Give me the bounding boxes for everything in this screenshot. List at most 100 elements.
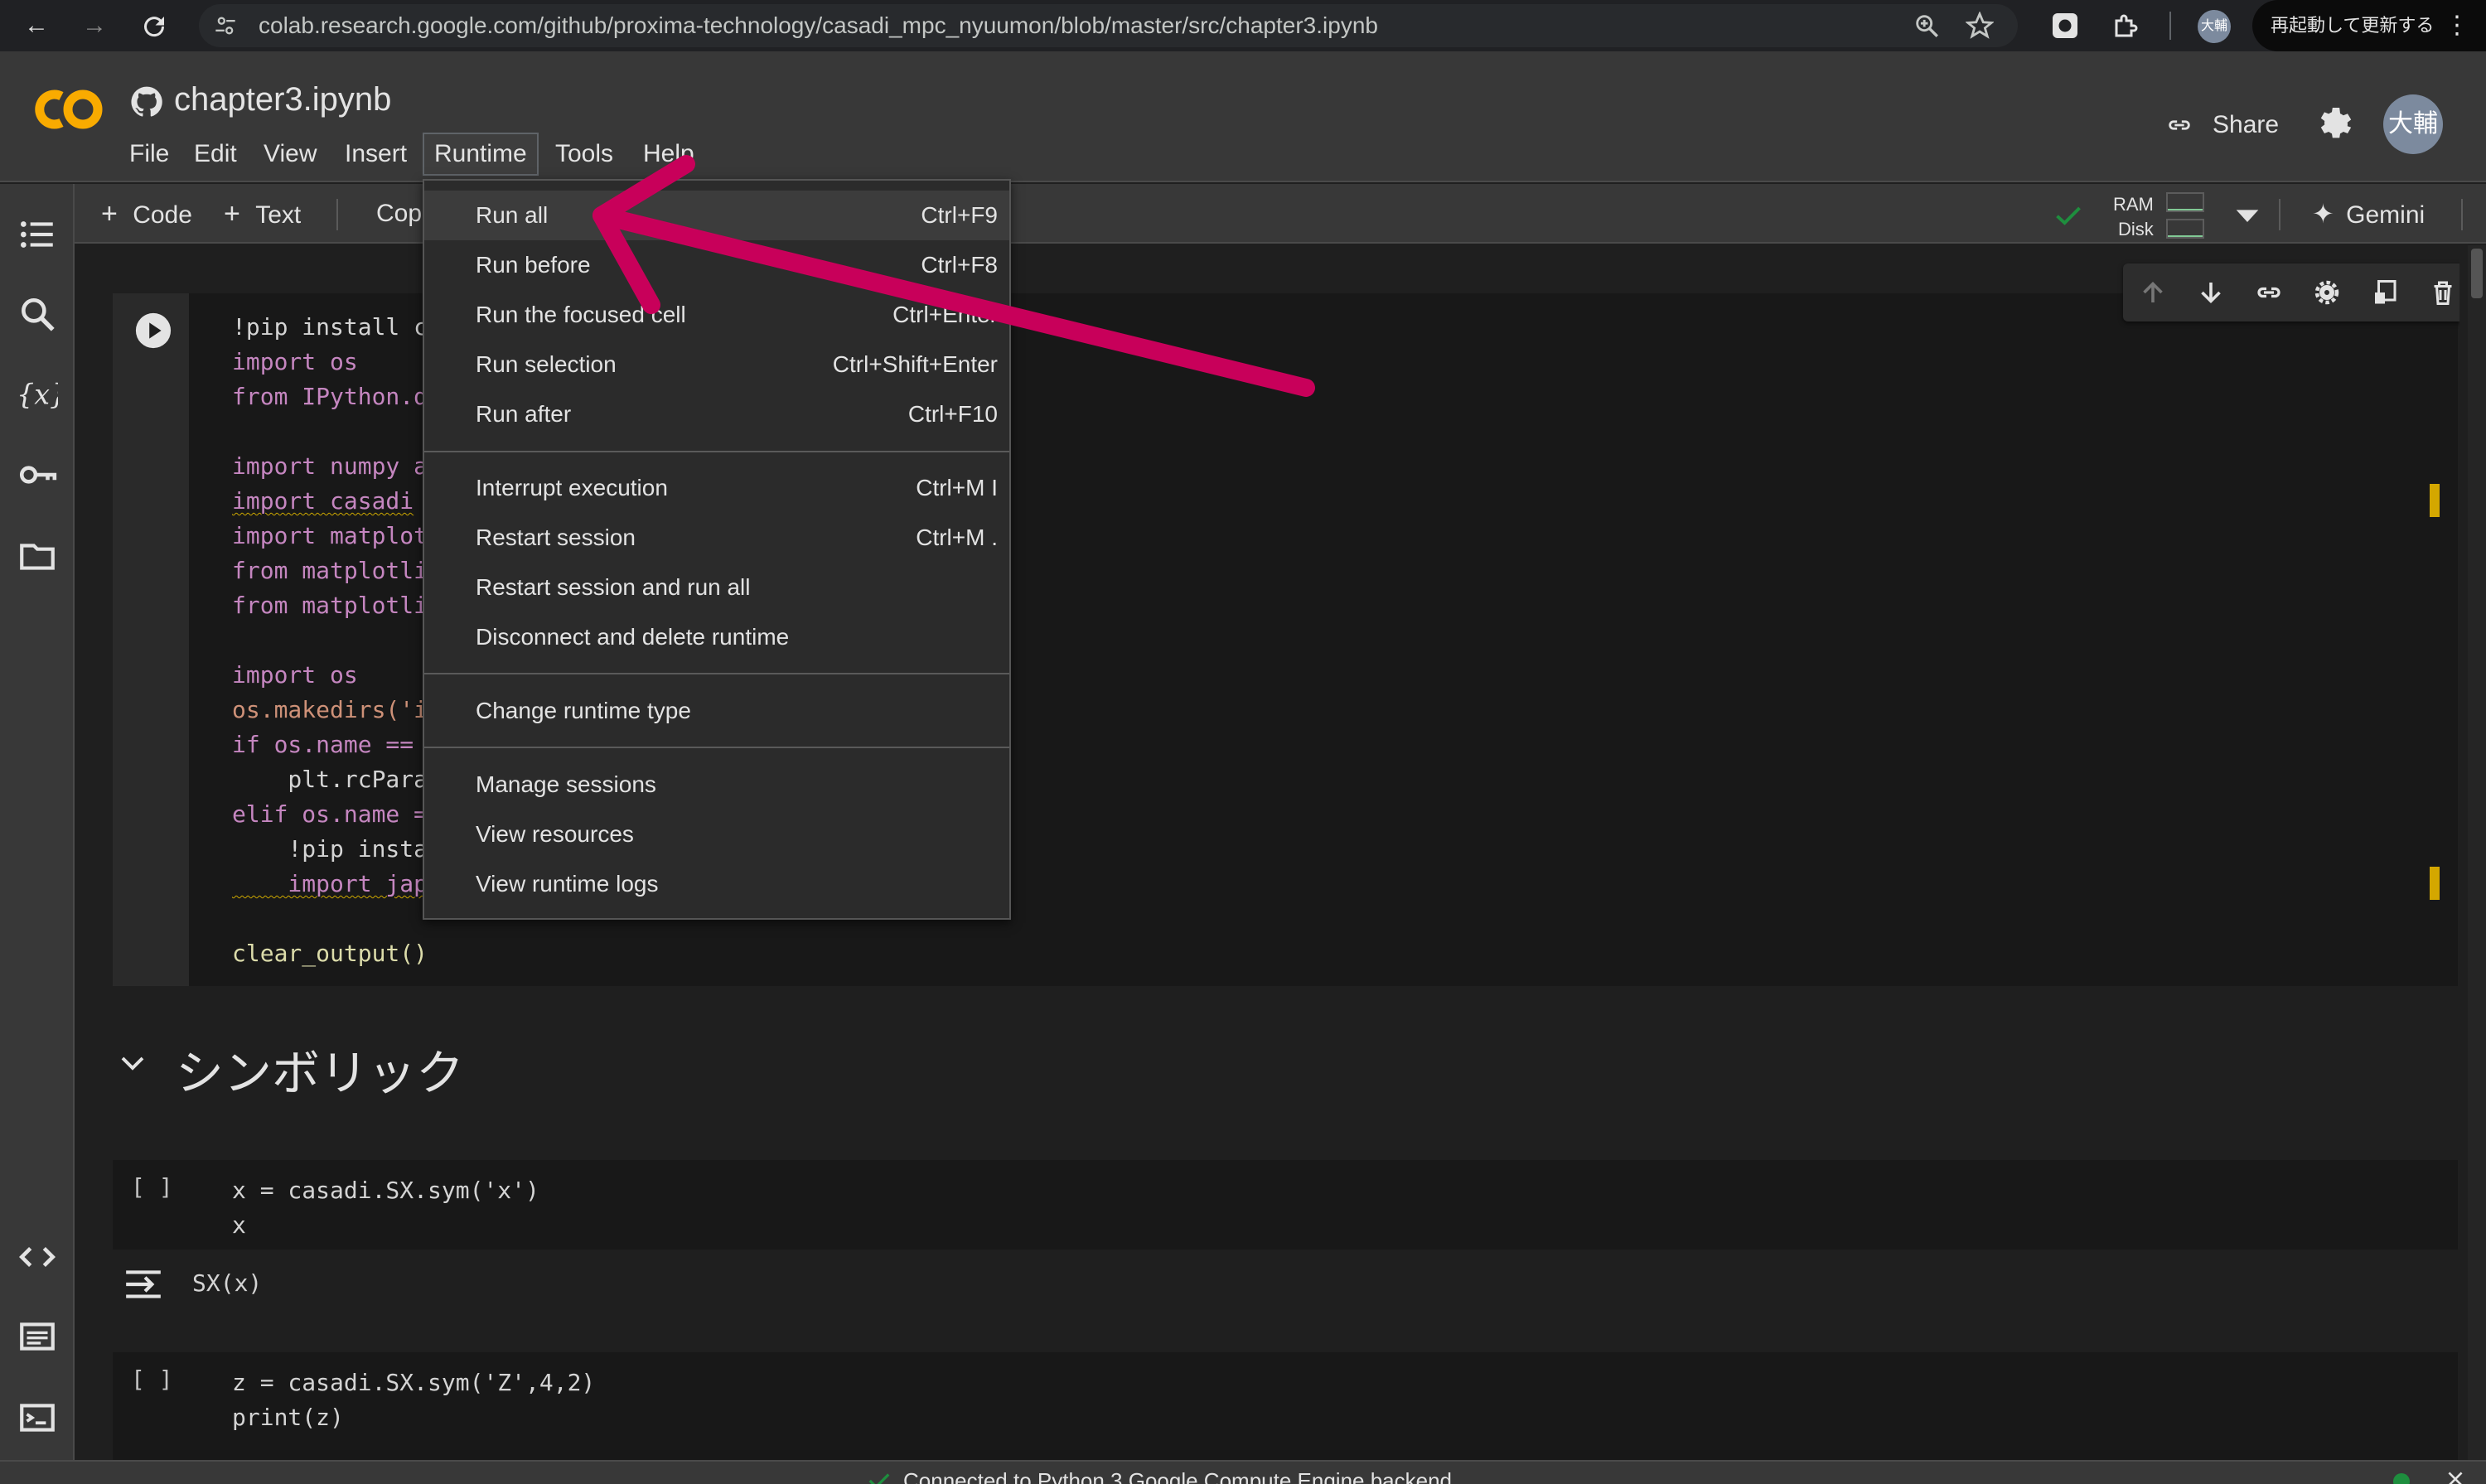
scroll-thumb[interactable] <box>2471 249 2483 298</box>
colab-logo-icon[interactable] <box>25 85 108 134</box>
menu-item-label: View runtime logs <box>476 871 659 897</box>
extension-shield-icon[interactable] <box>2050 11 2080 41</box>
reload-icon[interactable] <box>139 12 169 41</box>
disk-usage-meter[interactable] <box>2166 219 2204 239</box>
menu-item-run-all[interactable]: Run all Ctrl+F9 <box>424 191 1009 240</box>
cell-settings-gear-icon[interactable] <box>2312 278 2342 307</box>
cell-toolbar <box>2123 263 2459 321</box>
menu-item-view-runtime-logs[interactable]: View runtime logs <box>424 859 1009 909</box>
plus-icon: + <box>224 198 240 230</box>
cell-output: SX(x) <box>111 1250 2459 1324</box>
menu-insert[interactable]: Insert <box>345 133 407 176</box>
relaunch-update-button[interactable]: 再起動して更新する ⋮ <box>2252 0 2486 51</box>
cell-gutter <box>113 293 189 986</box>
menu-item-restart-and-run-all[interactable]: Restart session and run all <box>424 563 1009 612</box>
zoom-icon[interactable] <box>1913 12 1941 40</box>
menu-item-restart-session[interactable]: Restart session Ctrl+M . <box>424 513 1009 563</box>
url-text[interactable]: colab.research.google.com/github/proxima… <box>259 4 1378 47</box>
notebook-title[interactable]: chapter3.ipynb <box>174 81 391 118</box>
command-palette-icon[interactable] <box>17 1316 58 1357</box>
ram-usage-meter[interactable] <box>2166 192 2204 212</box>
connection-status-dot <box>2393 1473 2410 1484</box>
menu-item-label: Run the focused cell <box>476 302 686 327</box>
add-code-button[interactable]: + Code <box>101 184 192 244</box>
add-text-button[interactable]: + Text <box>224 184 301 244</box>
code-line: import casadi <box>232 487 414 515</box>
bookmark-star-icon[interactable] <box>1966 12 1994 40</box>
menu-separator <box>424 747 1009 748</box>
move-up-arrow-icon[interactable] <box>2138 278 2168 307</box>
relaunch-label: 再起動して更新する <box>2271 15 2435 36</box>
ram-label[interactable]: RAM <box>2113 194 2154 215</box>
delete-trash-icon[interactable] <box>2428 278 2458 307</box>
menu-view[interactable]: View <box>264 133 317 176</box>
menu-item-shortcut: Ctrl+Shift+Enter <box>832 351 998 377</box>
menu-item-view-resources[interactable]: View resources <box>424 810 1009 859</box>
menu-item-label: Run after <box>476 401 572 427</box>
table-of-contents-icon[interactable] <box>17 214 58 255</box>
move-down-arrow-icon[interactable] <box>2196 278 2226 307</box>
more-vert-icon[interactable]: ⋮ <box>2445 0 2469 51</box>
back-arrow-icon[interactable]: ← <box>22 12 51 41</box>
notebook-scrollbar[interactable] <box>2468 245 2486 1460</box>
output-actions-icon[interactable] <box>123 1266 164 1303</box>
code-cell[interactable]: [ ] z = casadi.SX.sym('Z',4,2) print(z) <box>113 1352 2458 1460</box>
settings-gear-icon[interactable] <box>2314 104 2353 144</box>
section-heading: シンボリック <box>176 1047 465 1100</box>
output-text: SX(x) <box>192 1269 263 1297</box>
code-line: x = casadi.SX.sym('x') <box>232 1177 539 1204</box>
run-cell-bracket[interactable]: [ ] <box>131 1366 173 1393</box>
extensions-puzzle-icon[interactable] <box>2111 11 2141 41</box>
code-line: import os <box>232 348 358 375</box>
menu-item-shortcut: Ctrl+F9 <box>921 202 998 228</box>
menu-item-disconnect-delete-runtime[interactable]: Disconnect and delete runtime <box>424 612 1009 662</box>
collapse-section-chevron-icon[interactable] <box>118 1051 148 1076</box>
menu-item-label: Change runtime type <box>476 698 691 723</box>
browser-toolbar: ← → colab.research.google.com/github/pro… <box>0 0 2486 51</box>
code-snippets-icon[interactable] <box>17 1236 58 1278</box>
code-cell[interactable]: [ ] x = casadi.SX.sym('x') x <box>113 1160 2458 1250</box>
disk-label[interactable]: Disk <box>2118 219 2154 240</box>
code-line: z = casadi.SX.sym('Z',4,2) <box>232 1369 596 1396</box>
code-line: x <box>232 1211 246 1239</box>
menu-item-shortcut: Ctrl+Enter <box>892 302 998 327</box>
site-settings-icon[interactable] <box>214 14 237 37</box>
menu-item-interrupt-execution[interactable]: Interrupt execution Ctrl+M I <box>424 463 1009 513</box>
menu-item-manage-sessions[interactable]: Manage sessions <box>424 760 1009 810</box>
menu-item-change-runtime-type[interactable]: Change runtime type <box>424 686 1009 736</box>
menu-item-label: Run all <box>476 202 549 228</box>
menu-item-run-focused-cell[interactable]: Run the focused cell Ctrl+Enter <box>424 290 1009 340</box>
cell-code[interactable]: z = casadi.SX.sym('Z',4,2) print(z) <box>232 1366 595 1435</box>
user-avatar[interactable]: 大輔 <box>2383 94 2443 154</box>
run-cell-bracket[interactable]: [ ] <box>131 1173 173 1201</box>
svg-text:{x}: {x} <box>17 379 58 411</box>
menu-file[interactable]: File <box>129 133 169 176</box>
menu-help[interactable]: Help <box>643 133 694 176</box>
profile-avatar[interactable]: 大輔 <box>2198 10 2231 43</box>
menu-item-run-before[interactable]: Run before Ctrl+F8 <box>424 240 1009 290</box>
menu-item-label: Restart session <box>476 524 636 550</box>
resources-dropdown-icon[interactable] <box>2234 205 2261 225</box>
copy-to-drive-button[interactable]: Cop <box>376 184 422 244</box>
menu-item-run-after[interactable]: Run after Ctrl+F10 <box>424 389 1009 439</box>
mirror-cell-icon[interactable] <box>2370 278 2400 307</box>
menu-runtime[interactable]: Runtime <box>423 133 539 176</box>
gemini-button[interactable]: ✦ Gemini <box>2312 184 2425 244</box>
secrets-key-icon[interactable] <box>17 454 58 495</box>
menu-edit[interactable]: Edit <box>194 133 237 176</box>
cell-link-icon[interactable] <box>2254 278 2284 307</box>
search-icon[interactable] <box>17 293 58 335</box>
cell-code[interactable]: x = casadi.SX.sym('x') x <box>232 1173 539 1243</box>
plus-icon: + <box>101 198 118 230</box>
address-bar[interactable]: colab.research.google.com/github/proxima… <box>199 4 2018 47</box>
forward-arrow-icon[interactable]: → <box>80 12 109 41</box>
files-folder-icon[interactable] <box>17 535 58 577</box>
variables-icon[interactable]: {x} <box>17 373 58 414</box>
terminal-icon[interactable] <box>17 1397 58 1438</box>
menu-tools[interactable]: Tools <box>555 133 613 176</box>
close-icon[interactable] <box>2445 1468 2466 1484</box>
toolbar-divider <box>2169 12 2171 40</box>
menu-item-run-selection[interactable]: Run selection Ctrl+Shift+Enter <box>424 340 1009 389</box>
left-sidebar: {x} <box>0 184 75 1460</box>
run-cell-play-icon[interactable] <box>134 312 172 350</box>
